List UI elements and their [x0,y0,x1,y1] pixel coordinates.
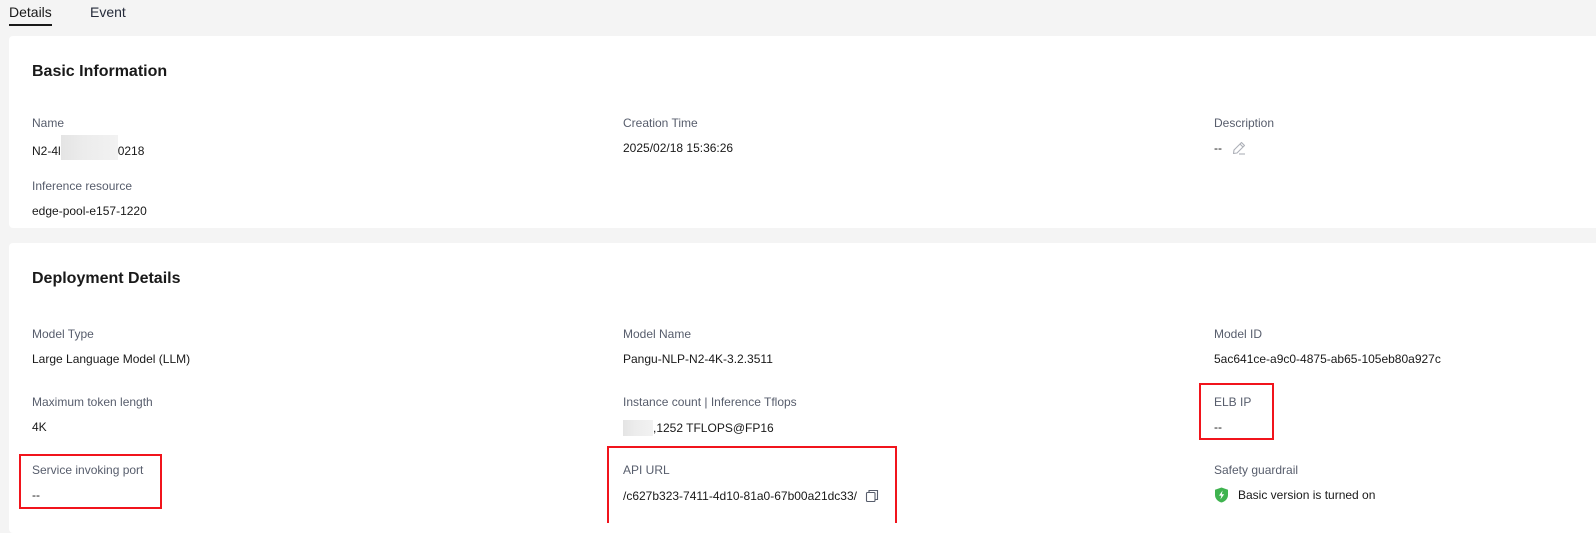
model-id-field: Model ID 5ac641ce-a9c0-4875-ab65-105eb80… [1214,327,1441,366]
deployment-details-title: Deployment Details [32,270,181,287]
basic-information-title: Basic Information [32,63,168,80]
inference-resource-label: Inference resource [32,179,133,193]
name-value: N2-4l 0218 [32,135,145,160]
edit-icon[interactable] [1232,141,1246,155]
model-type-value: Large Language Model (LLM) [32,352,191,366]
shield-check-icon [1214,487,1229,503]
tab-bar: Details Event [0,0,1596,32]
model-name-value: Pangu-NLP-N2-4K-3.2.3511 [623,352,773,366]
name-value-end: 0218 [117,143,145,158]
max-token-value: 4K [32,420,47,434]
highlight-box-service-port [19,454,162,509]
model-name-label: Model Name [623,327,692,341]
name-field: Name N2-4l 0218 [32,116,144,160]
safety-guardrail-field: Safety guardrail Basic version is turned… [1214,463,1375,503]
tab-details[interactable]: Details [9,4,52,26]
safety-guardrail-text: Basic version is turned on [1238,488,1376,502]
model-id-value: 5ac641ce-a9c0-4875-ab65-105eb80a927c [1214,352,1441,366]
inference-resource-field: Inference resource edge-pool-e157-1220 [32,179,147,218]
model-type-label: Model Type [32,327,94,341]
instance-count-label: Instance count | Inference Tflops [623,395,797,409]
tab-event[interactable]: Event [90,4,126,24]
model-id-label: Model ID [1214,327,1263,341]
description-field: Description -- [1214,116,1274,155]
creation-time-field: Creation Time 2025/02/18 15:36:26 [623,116,733,155]
max-token-label: Maximum token length [32,395,153,409]
instance-count-field: Instance count | Inference Tflops ,1252 … [623,395,797,436]
description-value: -- [1214,141,1274,155]
name-label: Name [32,116,65,130]
description-label: Description [1214,116,1275,130]
highlight-box-elb-ip [1199,383,1274,440]
safety-guardrail-label: Safety guardrail [1214,463,1299,477]
safety-guardrail-value: Basic version is turned on [1214,487,1375,503]
highlight-box-api-url [607,446,897,523]
instance-count-text: ,1252 TFLOPS@FP16 [653,421,774,435]
model-type-field: Model Type Large Language Model (LLM) [32,327,190,366]
creation-time-label: Creation Time [623,116,698,130]
name-value-start: N2-4l [32,143,61,158]
max-token-field: Maximum token length 4K [32,395,153,434]
basic-information-card: Basic Information Name N2-4l 0218 Creatio… [9,36,1596,228]
model-name-field: Model Name Pangu-NLP-N2-4K-3.2.3511 [623,327,773,366]
creation-time-value: 2025/02/18 15:36:26 [623,141,734,155]
redacted-patch [60,135,118,160]
description-text: -- [1214,141,1222,155]
instance-count-value: ,1252 TFLOPS@FP16 [623,420,797,436]
redacted-patch [623,420,653,436]
inference-resource-value: edge-pool-e157-1220 [32,204,147,218]
